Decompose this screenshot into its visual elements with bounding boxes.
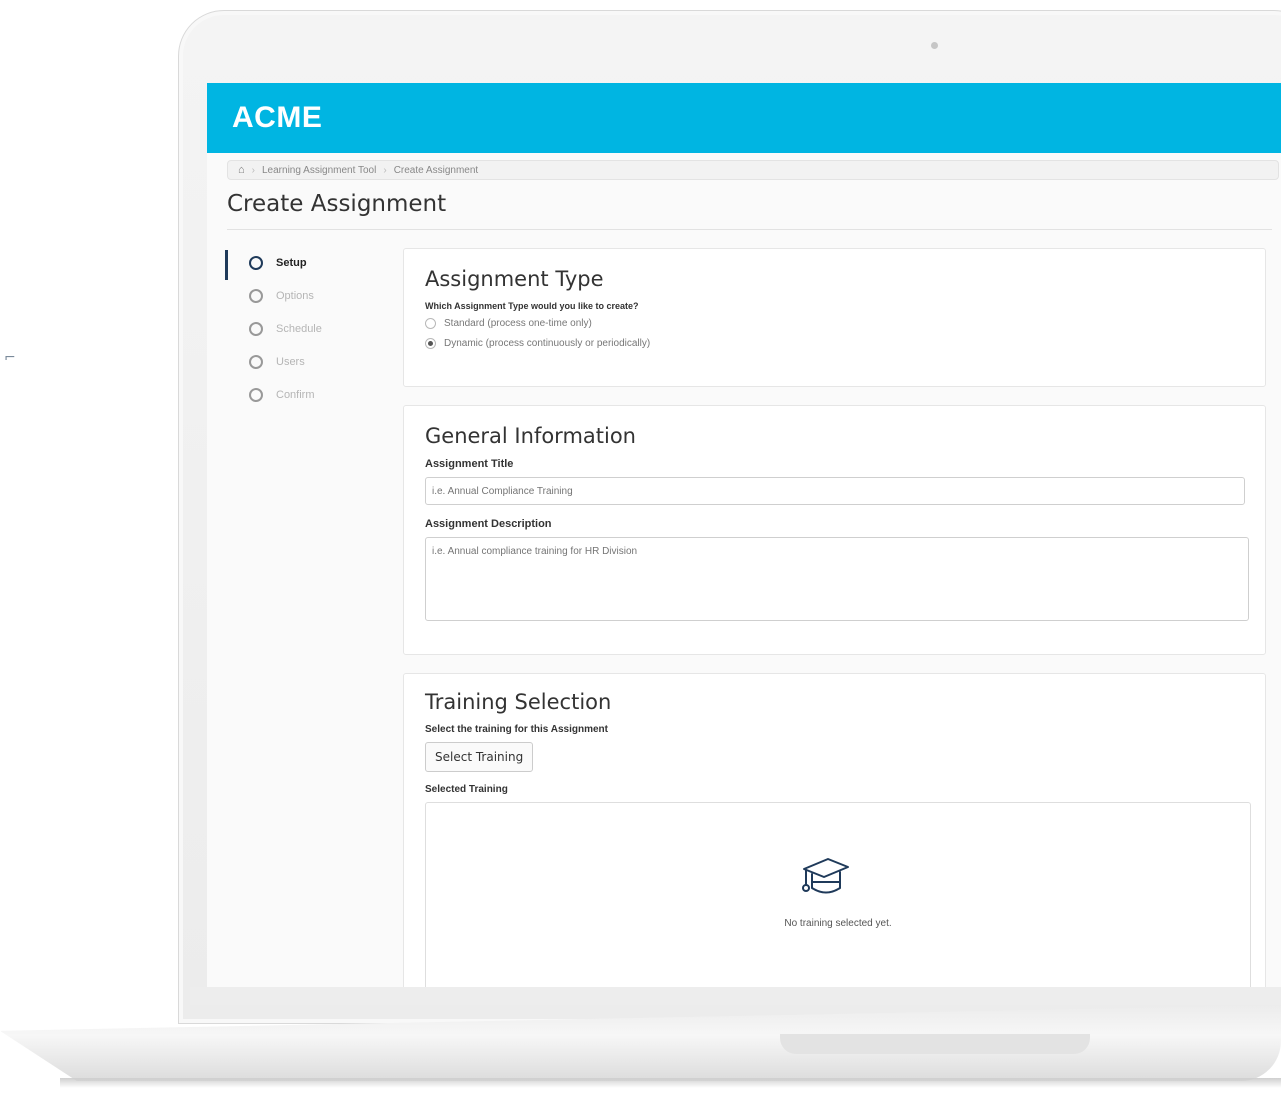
step-circle-icon — [249, 354, 263, 369]
radio-standard[interactable]: Standard (process one-time only) — [425, 318, 1244, 329]
step-options[interactable]: Options — [225, 279, 322, 312]
step-label: Confirm — [276, 388, 315, 401]
step-circle-icon — [249, 321, 263, 336]
step-label: Options — [276, 289, 314, 302]
radio-label: Standard (process one-time only) — [444, 318, 592, 329]
card-title: Training Selection — [425, 690, 612, 714]
card-title: Assignment Type — [425, 267, 604, 291]
page-title: Create Assignment — [227, 191, 447, 217]
laptop-bezel — [190, 987, 1281, 1005]
app-logo[interactable]: ACME — [232, 101, 322, 135]
camera-icon — [931, 42, 938, 49]
laptop-notch — [780, 1034, 1090, 1054]
step-label: Setup — [276, 256, 307, 269]
step-circle-icon — [249, 255, 263, 270]
decorative-mark: ⌐ — [4, 350, 16, 366]
training-prompt: Select the training for this Assignment — [425, 724, 608, 735]
step-label: Schedule — [276, 322, 322, 335]
radio-dynamic[interactable]: Dynamic (process continuously or periodi… — [425, 338, 1244, 349]
selected-training-label: Selected Training — [425, 784, 508, 795]
step-users[interactable]: Users — [225, 345, 322, 378]
breadcrumb-separator: › — [383, 164, 387, 176]
breadcrumb-item-tool[interactable]: Learning Assignment Tool — [262, 165, 376, 176]
home-icon[interactable]: ⌂ — [238, 164, 245, 176]
wizard-stepper: Setup Options Schedule Users Confirm — [225, 246, 322, 411]
training-selection-card: Training Selection Select the training f… — [403, 673, 1266, 987]
assignment-type-card: Assignment Type Which Assignment Type wo… — [403, 248, 1266, 387]
app-header: ACME — [207, 83, 1281, 153]
step-setup[interactable]: Setup — [225, 246, 322, 280]
radio-button[interactable] — [425, 318, 436, 329]
general-information-card: General Information Assignment Title Ass… — [403, 405, 1266, 655]
radio-button-checked[interactable] — [425, 338, 436, 349]
step-label: Users — [276, 355, 305, 368]
assignment-title-label: Assignment Title — [425, 458, 514, 470]
breadcrumb-item-current: Create Assignment — [393, 164, 479, 176]
assignment-type-question: Which Assignment Type would you like to … — [425, 301, 639, 311]
assignment-description-label: Assignment Description — [425, 518, 552, 530]
assignment-description-textarea[interactable] — [425, 537, 1249, 621]
step-schedule[interactable]: Schedule — [225, 312, 322, 345]
selected-training-box: No training selected yet. — [425, 802, 1251, 987]
breadcrumb: ⌂ › Learning Assignment Tool › Create As… — [227, 160, 1279, 180]
step-confirm[interactable]: Confirm — [225, 378, 322, 411]
radio-label: Dynamic (process continuously or periodi… — [444, 338, 651, 349]
laptop-screen: ACME ⌂ › Learning Assignment Tool › Crea… — [207, 83, 1281, 987]
select-training-button[interactable]: Select Training — [425, 742, 534, 772]
laptop-shadow — [60, 1078, 1281, 1088]
graduation-cap-icon — [802, 858, 849, 894]
divider — [227, 229, 1272, 230]
assignment-title-input[interactable] — [425, 477, 1245, 505]
card-title: General Information — [425, 424, 636, 448]
step-circle-icon — [249, 288, 263, 303]
breadcrumb-separator: › — [251, 164, 255, 176]
step-circle-icon — [249, 387, 263, 402]
empty-state-text: No training selected yet. — [784, 918, 892, 929]
